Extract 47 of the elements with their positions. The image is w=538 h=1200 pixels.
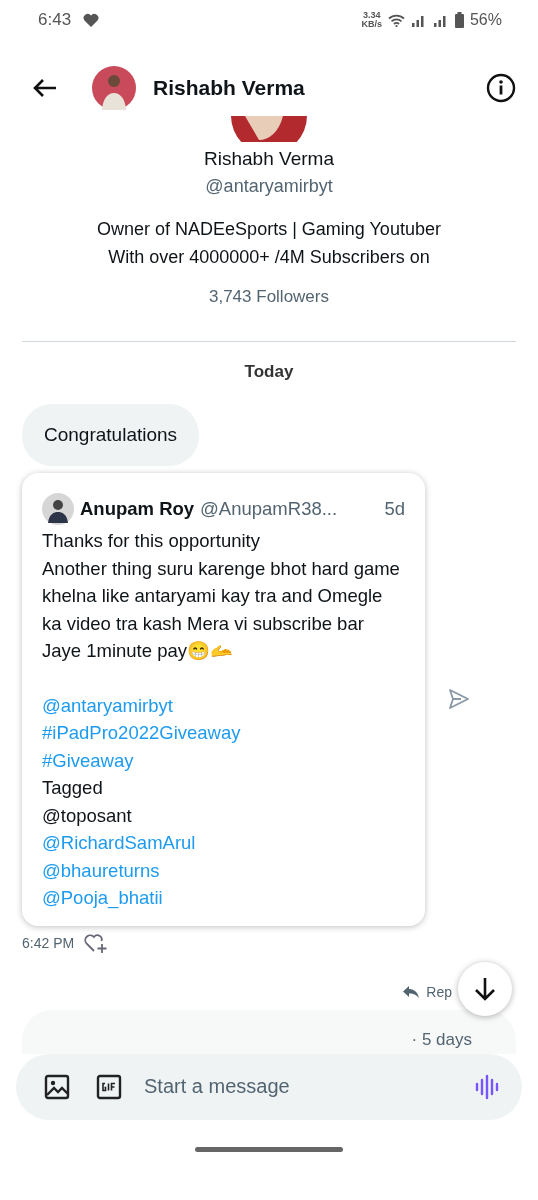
scroll-down-button[interactable] xyxy=(458,961,512,1016)
avatar[interactable] xyxy=(92,66,136,110)
arrow-down-icon xyxy=(473,975,497,1002)
post-link[interactable]: #Giveaway xyxy=(42,749,134,771)
profile-name: Rishabh Verma xyxy=(204,148,334,170)
battery-icon xyxy=(454,12,464,28)
post-link[interactable]: @antaryamirbyt xyxy=(42,694,173,716)
post-age: 5d xyxy=(384,497,405,522)
wifi-icon xyxy=(387,13,405,27)
send-icon[interactable] xyxy=(448,688,470,711)
profile-handle: @antaryamirbyt xyxy=(205,176,333,197)
message-composer[interactable]: Start a message xyxy=(16,1053,522,1120)
post-text: Another thing suru karenge bhot hard game khelna like antaryami kay tra and Omegle ka video tra kash Mera vi subscribe bar Jaye 1minute pay😁🫴 xyxy=(42,556,401,663)
reply-label[interactable]: Rep xyxy=(426,983,452,1000)
signal-icon xyxy=(432,13,449,27)
heart-icon xyxy=(83,12,100,28)
gif-icon[interactable] xyxy=(96,1073,122,1100)
clock-time: 6:43 xyxy=(38,10,72,30)
back-icon[interactable] xyxy=(32,78,58,98)
voice-icon[interactable] xyxy=(474,1073,500,1100)
day-label: Today xyxy=(243,362,295,382)
home-indicator[interactable] xyxy=(195,1146,343,1152)
author-avatar xyxy=(42,493,74,525)
info-icon[interactable] xyxy=(486,73,516,103)
post-link[interactable]: @Pooja_bhatii xyxy=(42,887,163,908)
network-speed: 3.34 KB/s xyxy=(361,11,382,29)
post-text: @toposant xyxy=(42,803,133,828)
followers-count: 3,743 Followers xyxy=(209,287,329,307)
profile-bio: With over 4000000+ /4M Subscribers on xyxy=(107,246,431,269)
signal-icon xyxy=(410,13,427,27)
post-text: Tagged xyxy=(42,776,104,800)
post-link[interactable]: @RichardSamArul xyxy=(42,832,196,853)
image-icon[interactable] xyxy=(44,1073,70,1100)
post-preview-card[interactable]: · 5 days xyxy=(22,1009,516,1054)
post-link[interactable]: @bhaureturns xyxy=(42,859,160,881)
post-link[interactable]: #iPadPro2022Giveaway xyxy=(42,722,241,743)
message-bubble: Congratulations xyxy=(22,404,200,466)
reply-icon[interactable] xyxy=(402,984,421,999)
contact-name: Rishabh Verma xyxy=(153,76,305,100)
post-age: · 5 days xyxy=(411,1029,472,1050)
author-handle: @AnupamR38... xyxy=(200,497,338,522)
add-reaction-icon[interactable] xyxy=(84,931,109,954)
message-time: 6:42 PM xyxy=(22,934,75,951)
author-name: Anupam Roy xyxy=(80,497,195,522)
battery-level: 56% xyxy=(469,11,502,29)
post-text: Thanks for this opportunity xyxy=(42,529,261,553)
profile-bio: Owner of NADEeSports | Gaming Youtuber xyxy=(97,218,441,241)
